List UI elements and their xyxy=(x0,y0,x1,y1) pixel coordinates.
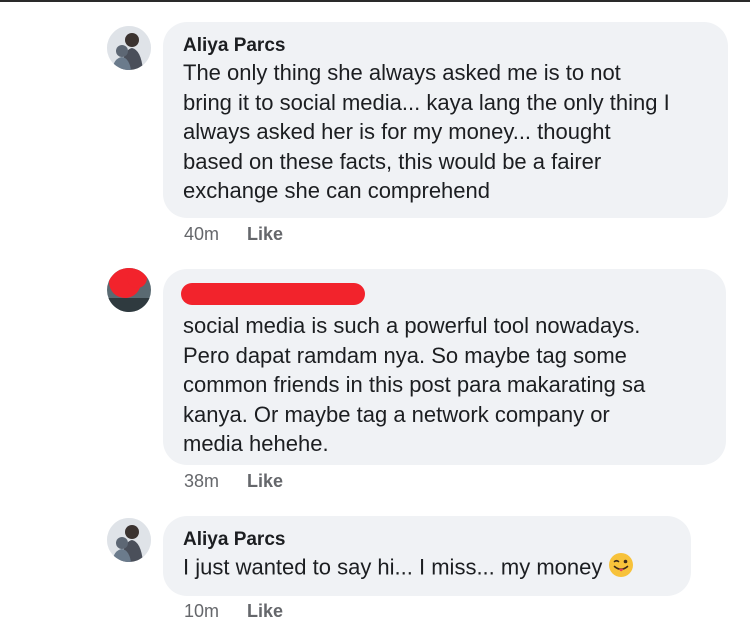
comment-text-line: Pero dapat ramdam nya. So maybe tag some xyxy=(183,342,627,368)
like-button[interactable]: Like xyxy=(247,224,283,245)
comment-bubble: Aliya Parcs The only thing she always as… xyxy=(163,22,728,218)
comment-meta: 40m Like xyxy=(184,224,283,245)
comment-text-line: I just wanted to say hi... I miss... my … xyxy=(183,554,603,580)
avatar-photo-icon xyxy=(107,26,151,70)
comment-text-line: social media is such a powerful tool now… xyxy=(183,313,641,338)
comment-bubble: social media is such a powerful tool now… xyxy=(163,269,726,465)
top-divider xyxy=(0,0,750,2)
comment-timestamp[interactable]: 40m xyxy=(184,224,219,245)
comment-bubble: Aliya Parcs I just wanted to say hi... I… xyxy=(163,516,691,596)
comment-timestamp[interactable]: 38m xyxy=(184,471,219,492)
comment-text-line: based on these facts, this would be a fa… xyxy=(183,148,602,174)
comment-author[interactable]: Aliya Parcs xyxy=(183,528,671,552)
avatar[interactable] xyxy=(107,268,151,312)
like-button[interactable]: Like xyxy=(247,601,283,622)
comment-author[interactable]: Aliya Parcs xyxy=(183,34,708,58)
comment-text-line: exchange she can comprehend xyxy=(183,178,490,203)
avatar-photo-icon xyxy=(107,518,151,562)
comment-text-line: bring it to social media... kaya lang th… xyxy=(183,89,670,115)
redacted-author-name xyxy=(181,283,365,305)
comment-text-line: media hehehe. xyxy=(183,431,329,456)
comment-timestamp[interactable]: 10m xyxy=(184,601,219,622)
avatar-redacted-icon xyxy=(107,268,151,312)
avatar[interactable] xyxy=(107,518,151,562)
like-button[interactable]: Like xyxy=(247,471,283,492)
comment-meta: 10m Like xyxy=(184,601,283,622)
avatar[interactable] xyxy=(107,26,151,70)
comment-text-line: The only thing she always asked me is to… xyxy=(183,60,621,85)
comment-text-line: common friends in this post para makarat… xyxy=(183,372,646,397)
winking-face-with-tongue-icon xyxy=(608,552,634,586)
comment-text-row: I just wanted to say hi... I miss... my … xyxy=(183,552,671,586)
comment-text-line: always asked her is for my money... thou… xyxy=(183,119,611,144)
comment-meta: 38m Like xyxy=(184,471,283,492)
comment-text-line: kanya. Or maybe tag a network company or xyxy=(183,401,610,427)
